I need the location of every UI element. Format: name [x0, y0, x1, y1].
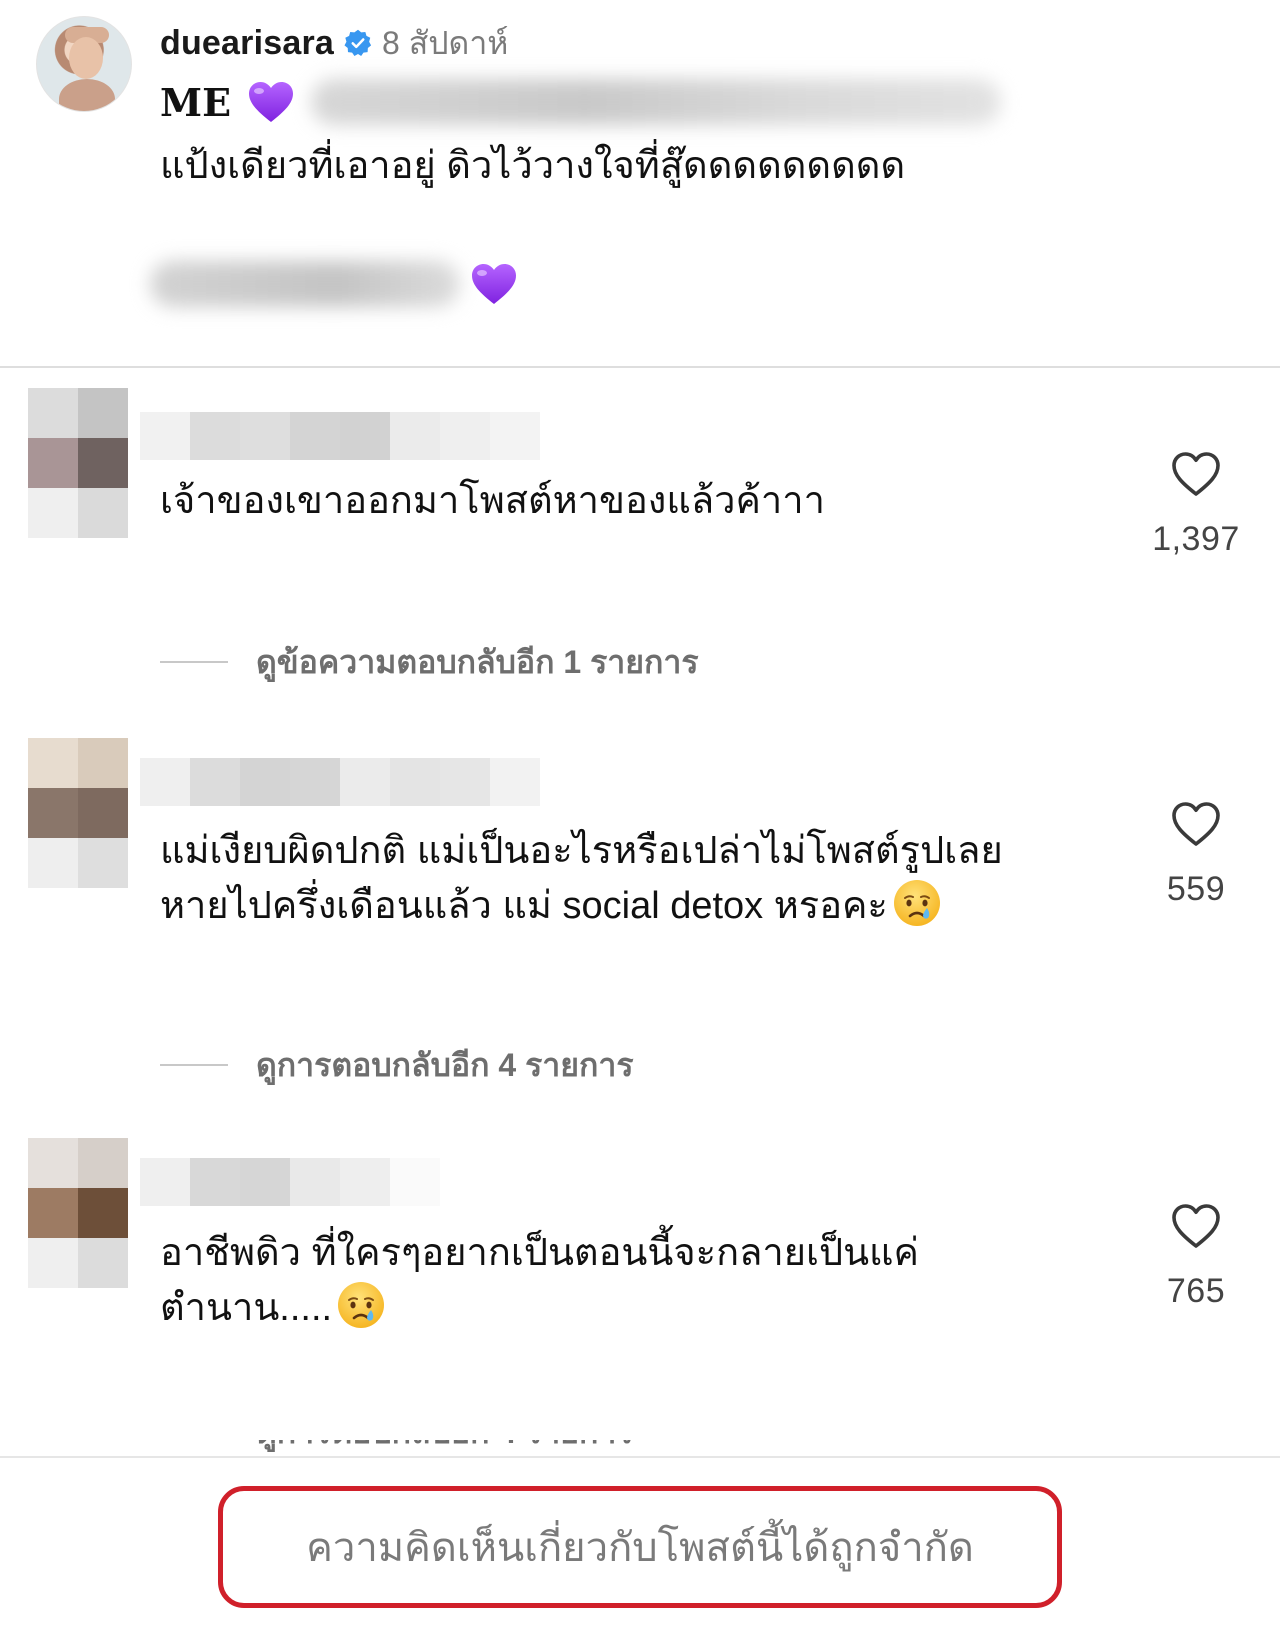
post-header: duearisara 8 สัปดาห์: [160, 20, 508, 66]
like-button[interactable]: 1,397: [1130, 450, 1262, 559]
comment-bar: ความคิดเห็นเกี่ยวกับโพสต์นี้ได้ถูกจำกัด: [0, 1456, 1280, 1629]
view-replies-label[interactable]: ดูการตอบกลับอีก 4 รายการ: [256, 1040, 634, 1091]
pixelated-avatar[interactable]: [28, 738, 128, 888]
pixelated-avatar[interactable]: [28, 1138, 128, 1288]
comment-text: เจ้าของเขาออกมาโพสต์หาของแล้วค้าาา: [160, 480, 825, 522]
heart-outline-icon[interactable]: [1170, 800, 1222, 848]
post-author-avatar[interactable]: [36, 16, 132, 112]
verified-badge-icon: [344, 29, 372, 57]
comments-limited-text: ความคิดเห็นเกี่ยวกับโพสต์นี้ได้ถูกจำกัด: [306, 1526, 974, 1570]
comment-text: แม่เงียบผิดปกติ แม่เป็นอะไรหรือเปล่าไม่โ…: [160, 830, 1003, 927]
pixelated-username[interactable]: [140, 758, 540, 806]
caption-line-1: ME: [160, 74, 1002, 130]
like-count: 765: [1166, 1272, 1226, 1310]
replies-dash: [160, 661, 228, 663]
pixelated-username[interactable]: [140, 1158, 440, 1206]
caption-divider: [0, 366, 1280, 368]
view-replies-link[interactable]: ดูข้อความตอบกลับอีก 1 รายการ: [160, 642, 699, 682]
heart-outline-icon[interactable]: [1170, 1202, 1222, 1250]
post-time-ago: 8 สัปดาห์: [382, 24, 509, 61]
like-count: 1,397: [1152, 520, 1240, 558]
blurred-mention: [311, 79, 1002, 125]
comments-limited-notice: ความคิดเห็นเกี่ยวกับโพสต์นี้ได้ถูกจำกัด: [218, 1486, 1062, 1608]
view-replies-link[interactable]: ดูการตอบกลับอีก 4 รายการ: [160, 1045, 634, 1085]
post-username[interactable]: duearisara: [160, 24, 334, 63]
crying-face-emoji-icon: [893, 880, 940, 926]
crying-face-emoji-icon: [338, 1282, 385, 1328]
heart-outline-icon[interactable]: [1170, 450, 1222, 498]
like-button[interactable]: 559: [1130, 800, 1262, 909]
cutoff-replies-row: ดูการตอบกลับอีก 4 รายการ: [0, 1440, 1280, 1456]
pixelated-username[interactable]: [140, 412, 540, 460]
purple-heart-emoji-icon: [472, 264, 516, 304]
replies-dash: [160, 1064, 228, 1066]
caption-line-3: [150, 256, 518, 312]
view-replies-label[interactable]: ดูข้อความตอบกลับอีก 1 รายการ: [256, 637, 699, 688]
caption-line-2: แป้งเดียวที่เอาอยู่ ดิวไว้วางใจที่สู๊ดดด…: [160, 145, 906, 187]
view-replies-label: ดูการตอบกลับอีก 4 รายการ: [256, 1440, 634, 1456]
pixelated-avatar[interactable]: [28, 388, 128, 538]
blurred-mention: [150, 261, 460, 307]
caption-text-me: ME: [160, 79, 232, 125]
comment-text: อาชีพดิว ที่ใครๆอยากเป็นตอนนี้จะกลายเป็น…: [160, 1232, 919, 1329]
like-button[interactable]: 765: [1130, 1202, 1262, 1311]
purple-heart-emoji-icon: [249, 82, 294, 122]
like-count: 559: [1166, 870, 1226, 908]
post-caption: duearisara 8 สัปดาห์ ME แป้งเดียวที่เอาอ…: [0, 0, 1280, 366]
